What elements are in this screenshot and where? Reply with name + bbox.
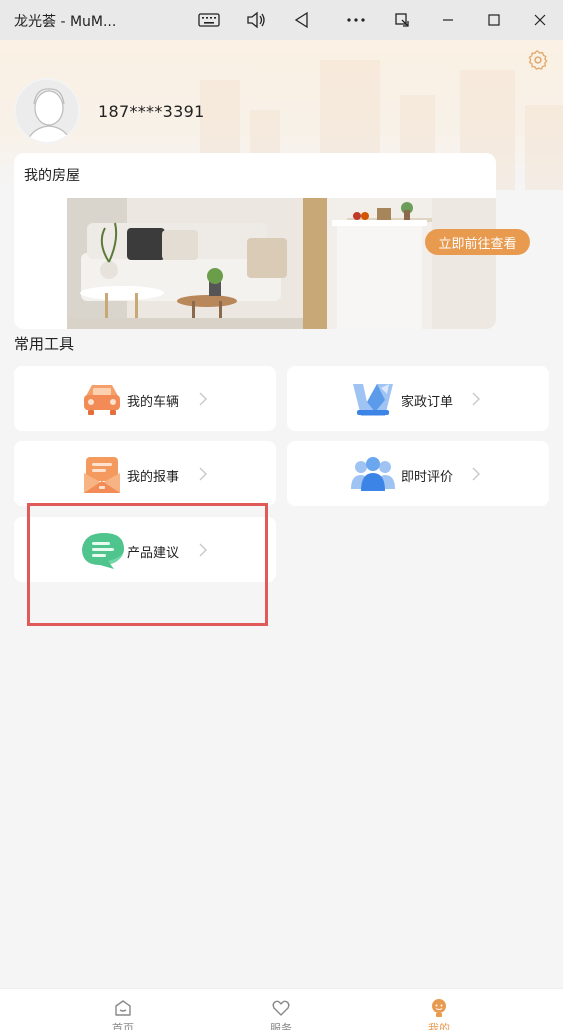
profile-icon bbox=[432, 999, 446, 1017]
tool-instant-rating[interactable]: 即时评价 bbox=[287, 441, 549, 506]
nav-label: 首页 bbox=[112, 1022, 134, 1030]
tool-my-vehicle[interactable]: 我的车辆 bbox=[14, 366, 276, 431]
window-titlebar: 龙光荟 - MuM... bbox=[0, 0, 563, 40]
volume-icon[interactable] bbox=[242, 8, 270, 32]
house-card-title: 我的房屋 bbox=[24, 168, 80, 184]
snap-icon[interactable] bbox=[388, 8, 416, 32]
home-icon bbox=[115, 1000, 131, 1016]
common-tools-title: 常用工具 bbox=[14, 335, 75, 353]
house-interior-image bbox=[67, 198, 496, 329]
chevron-right-icon bbox=[199, 392, 207, 406]
window-title: 龙光荟 - MuM... bbox=[14, 14, 117, 30]
tool-label: 我的报事 bbox=[127, 470, 180, 485]
bottom-navigation: 首页 服务 我的 bbox=[0, 988, 563, 1030]
more-icon[interactable] bbox=[342, 8, 370, 32]
tool-label: 我的车辆 bbox=[127, 395, 180, 410]
rating-people-icon bbox=[351, 457, 395, 491]
nav-item-mine[interactable]: 我的 bbox=[399, 989, 479, 1030]
avatar[interactable] bbox=[14, 78, 80, 144]
heart-icon bbox=[272, 1000, 290, 1016]
phone-number: 187****3391 bbox=[98, 102, 205, 121]
nav-label: 我的 bbox=[428, 1022, 450, 1030]
tool-my-reports[interactable]: 我的报事 bbox=[14, 441, 276, 506]
report-icon bbox=[84, 457, 120, 493]
car-icon bbox=[84, 385, 120, 415]
nav-label: 服务 bbox=[270, 1022, 292, 1030]
housekeeping-icon bbox=[353, 384, 393, 416]
chevron-right-icon bbox=[199, 467, 207, 481]
tool-label: 家政订单 bbox=[401, 395, 454, 410]
maximize-icon[interactable] bbox=[480, 8, 508, 32]
nav-item-service[interactable]: 服务 bbox=[241, 989, 321, 1030]
my-house-card[interactable]: 我的房屋 bbox=[14, 153, 496, 329]
nav-item-home[interactable]: 首页 bbox=[83, 989, 163, 1030]
chevron-right-icon bbox=[472, 392, 480, 406]
highlight-box bbox=[27, 503, 268, 626]
settings-gear-icon[interactable] bbox=[527, 49, 549, 71]
view-house-button[interactable]: 立即前往查看 bbox=[425, 229, 530, 255]
back-triangle-icon[interactable] bbox=[287, 8, 315, 32]
tool-housekeeping-orders[interactable]: 家政订单 bbox=[287, 366, 549, 431]
keyboard-icon[interactable] bbox=[195, 8, 223, 32]
chevron-right-icon bbox=[472, 467, 480, 481]
tool-label: 即时评价 bbox=[401, 470, 454, 485]
minimize-icon[interactable] bbox=[434, 8, 462, 32]
close-icon[interactable] bbox=[526, 8, 554, 32]
